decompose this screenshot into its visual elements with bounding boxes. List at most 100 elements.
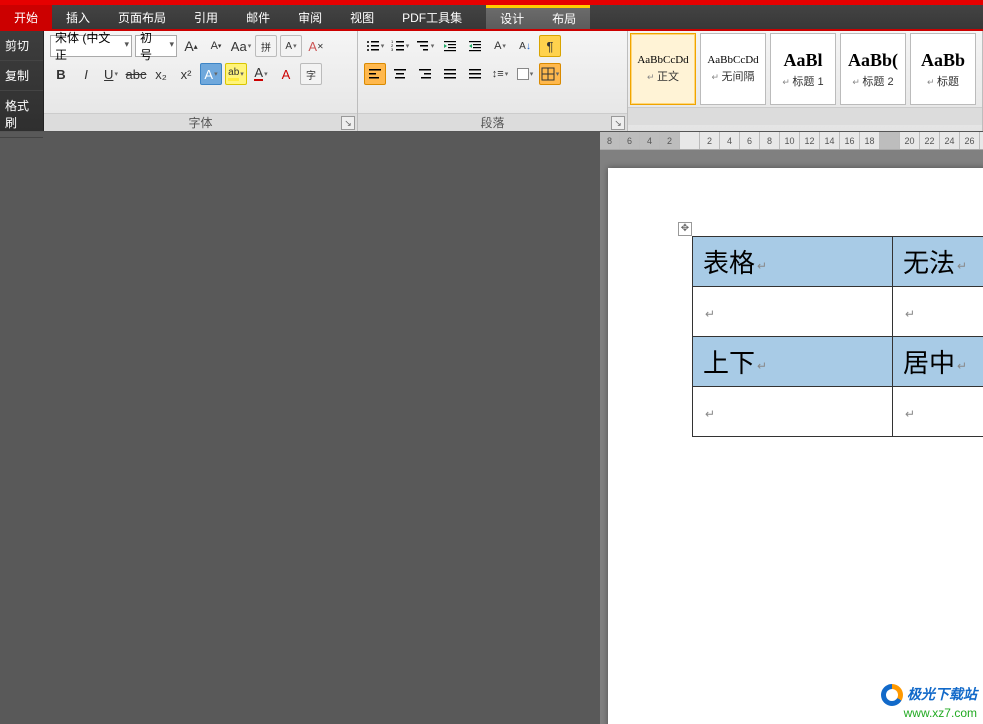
paragraph-mark-icon: ↵ (905, 407, 915, 421)
numbering-icon: 123 (391, 39, 405, 53)
phonetic-guide-button[interactable]: 拼 (255, 35, 277, 57)
paragraph-mark-icon: ↵ (957, 359, 967, 373)
document-page[interactable]: ✥ 表格↵ 无法↵ ↵ ↵ 上下↵ 居中↵ ↵ ↵ (608, 168, 983, 724)
tab-references[interactable]: 引用 (180, 5, 232, 29)
style-nospacing[interactable]: AaBbCcDd 无间隔 (700, 33, 766, 105)
chevron-down-icon: ▾ (169, 39, 174, 50)
chevron-down-icon: ▾ (124, 39, 129, 50)
watermark-logo-icon (881, 684, 903, 706)
table-cell[interactable]: ↵ (693, 287, 893, 337)
enclosed-char-button[interactable]: 字 (300, 63, 322, 85)
table-cell[interactable]: 上下↵ (693, 337, 893, 387)
text-effects-button[interactable]: A (200, 63, 222, 85)
grow-font-button[interactable]: A▴ (180, 35, 202, 57)
style-title[interactable]: AaBb 标题 (910, 33, 976, 105)
paragraph-dialog-launcher[interactable]: ↘ (611, 116, 625, 130)
highlight-button[interactable]: ab (225, 63, 247, 85)
borders-button[interactable] (539, 63, 561, 85)
font-dialog-launcher[interactable]: ↘ (341, 116, 355, 130)
shading-button[interactable] (514, 63, 536, 85)
char-shading-button[interactable]: A (275, 63, 297, 85)
ribbon-tabstrip: 开始 插入 页面布局 引用 邮件 审阅 视图 PDF工具集 设计 布局 (0, 5, 983, 31)
paragraph-mark-icon: ↵ (705, 307, 715, 321)
text-direction-button[interactable]: A (489, 35, 511, 57)
tab-table-design[interactable]: 设计 (486, 8, 538, 29)
horizontal-ruler[interactable]: 8 6 4 2 2 4 6 8 10 12 14 16 18 20 22 24 … (600, 132, 983, 150)
align-left-icon (368, 67, 382, 81)
source-watermark: 极光下载站 www.xz7.com (881, 684, 977, 720)
align-justify-icon (443, 67, 457, 81)
tab-pdftools[interactable]: PDF工具集 (388, 5, 476, 29)
italic-button[interactable]: I (75, 63, 97, 85)
line-spacing-button[interactable]: ↕≡ (489, 63, 511, 85)
font-color-button[interactable]: A (250, 63, 272, 85)
bold-button[interactable]: B (50, 63, 72, 85)
decrease-indent-button[interactable] (439, 35, 461, 57)
bullets-button[interactable] (364, 35, 386, 57)
style-normal[interactable]: AaBbCcDd 正文 (630, 33, 696, 105)
table-cell[interactable]: ↵ (893, 287, 983, 337)
table-move-handle[interactable]: ✥ (678, 222, 692, 236)
align-distribute-button[interactable] (464, 63, 486, 85)
font-name-value: 宋体 (中文正 (55, 29, 115, 63)
table-cell[interactable]: ↵ (893, 387, 983, 437)
align-left-button[interactable] (364, 63, 386, 85)
paragraph-group: 123 A A↓ ¶ ↕≡ 段落 ↘ (358, 31, 628, 131)
table-tools-context: 设计 布局 (486, 5, 590, 29)
paragraph-mark-icon: ↵ (757, 359, 767, 373)
paragraph-mark-icon: ↵ (957, 259, 967, 273)
copy-button[interactable]: 复制 (0, 61, 43, 91)
tab-pagelayout[interactable]: 页面布局 (104, 5, 180, 29)
table-row[interactable]: ↵ ↵ (693, 287, 983, 337)
clear-formatting-button[interactable]: A✕ (305, 35, 327, 57)
shrink-font-button[interactable]: A▾ (205, 35, 227, 57)
font-group: 宋体 (中文正▾ 初号▾ A▴ A▾ Aa 拼 A A✕ B I U abc x… (44, 31, 358, 131)
document-table[interactable]: 表格↵ 无法↵ ↵ ↵ 上下↵ 居中↵ ↵ ↵ (692, 236, 983, 437)
multilevel-list-button[interactable] (414, 35, 436, 57)
multilevel-icon (416, 39, 430, 53)
table-cell[interactable]: ↵ (693, 387, 893, 437)
style-heading2[interactable]: AaBb( 标题 2 (840, 33, 906, 105)
increase-indent-button[interactable] (464, 35, 486, 57)
table-row[interactable]: ↵ ↵ (693, 387, 983, 437)
paragraph-mark-icon: ↵ (757, 259, 767, 273)
table-cell[interactable]: 居中↵ (893, 337, 983, 387)
tab-mailings[interactable]: 邮件 (232, 5, 284, 29)
align-right-button[interactable] (414, 63, 436, 85)
strikethrough-button[interactable]: abc (125, 63, 147, 85)
underline-button[interactable]: U (100, 63, 122, 85)
char-border-button[interactable]: A (280, 35, 302, 57)
paragraph-mark-icon: ↵ (705, 407, 715, 421)
show-marks-button[interactable]: ¶ (539, 35, 561, 57)
styles-gallery[interactable]: AaBbCcDd 正文 AaBbCcDd 无间隔 AaBl 标题 1 AaBb(… (628, 31, 982, 107)
table-row[interactable]: 表格↵ 无法↵ (693, 237, 983, 287)
sort-button[interactable]: A↓ (514, 35, 536, 57)
style-heading1[interactable]: AaBl 标题 1 (770, 33, 836, 105)
format-painter-button[interactable]: 格式刷 (0, 91, 43, 138)
table-cell[interactable]: 表格↵ (693, 237, 893, 287)
change-case-button[interactable]: Aa (230, 35, 252, 57)
tab-review[interactable]: 审阅 (284, 5, 336, 29)
subscript-button[interactable]: x₂ (150, 63, 172, 85)
ribbon: 剪切 复制 格式刷 宋体 (中文正▾ 初号▾ A▴ A▾ Aa 拼 A A✕ B (0, 31, 983, 132)
numbering-button[interactable]: 123 (389, 35, 411, 57)
align-justify-button[interactable] (439, 63, 461, 85)
outdent-icon (443, 39, 457, 53)
document-viewport[interactable]: ✥ 表格↵ 无法↵ ↵ ↵ 上下↵ 居中↵ ↵ ↵ (600, 150, 983, 724)
tab-table-layout[interactable]: 布局 (538, 8, 590, 29)
font-size-combo[interactable]: 初号▾ (135, 35, 177, 57)
align-distribute-icon (468, 67, 482, 81)
tab-view[interactable]: 视图 (336, 5, 388, 29)
font-size-value: 初号 (140, 29, 160, 63)
table-row[interactable]: 上下↵ 居中↵ (693, 337, 983, 387)
styles-group-label: 样式 (628, 107, 982, 125)
tab-insert[interactable]: 插入 (52, 5, 104, 29)
svg-text:3: 3 (391, 47, 394, 52)
table-cell[interactable]: 无法↵ (893, 237, 983, 287)
font-name-combo[interactable]: 宋体 (中文正▾ (50, 35, 132, 57)
tab-home[interactable]: 开始 (0, 5, 52, 29)
paragraph-group-label: 段落 ↘ (358, 113, 627, 131)
superscript-button[interactable]: x² (175, 63, 197, 85)
cut-button[interactable]: 剪切 (0, 31, 43, 61)
align-center-button[interactable] (389, 63, 411, 85)
